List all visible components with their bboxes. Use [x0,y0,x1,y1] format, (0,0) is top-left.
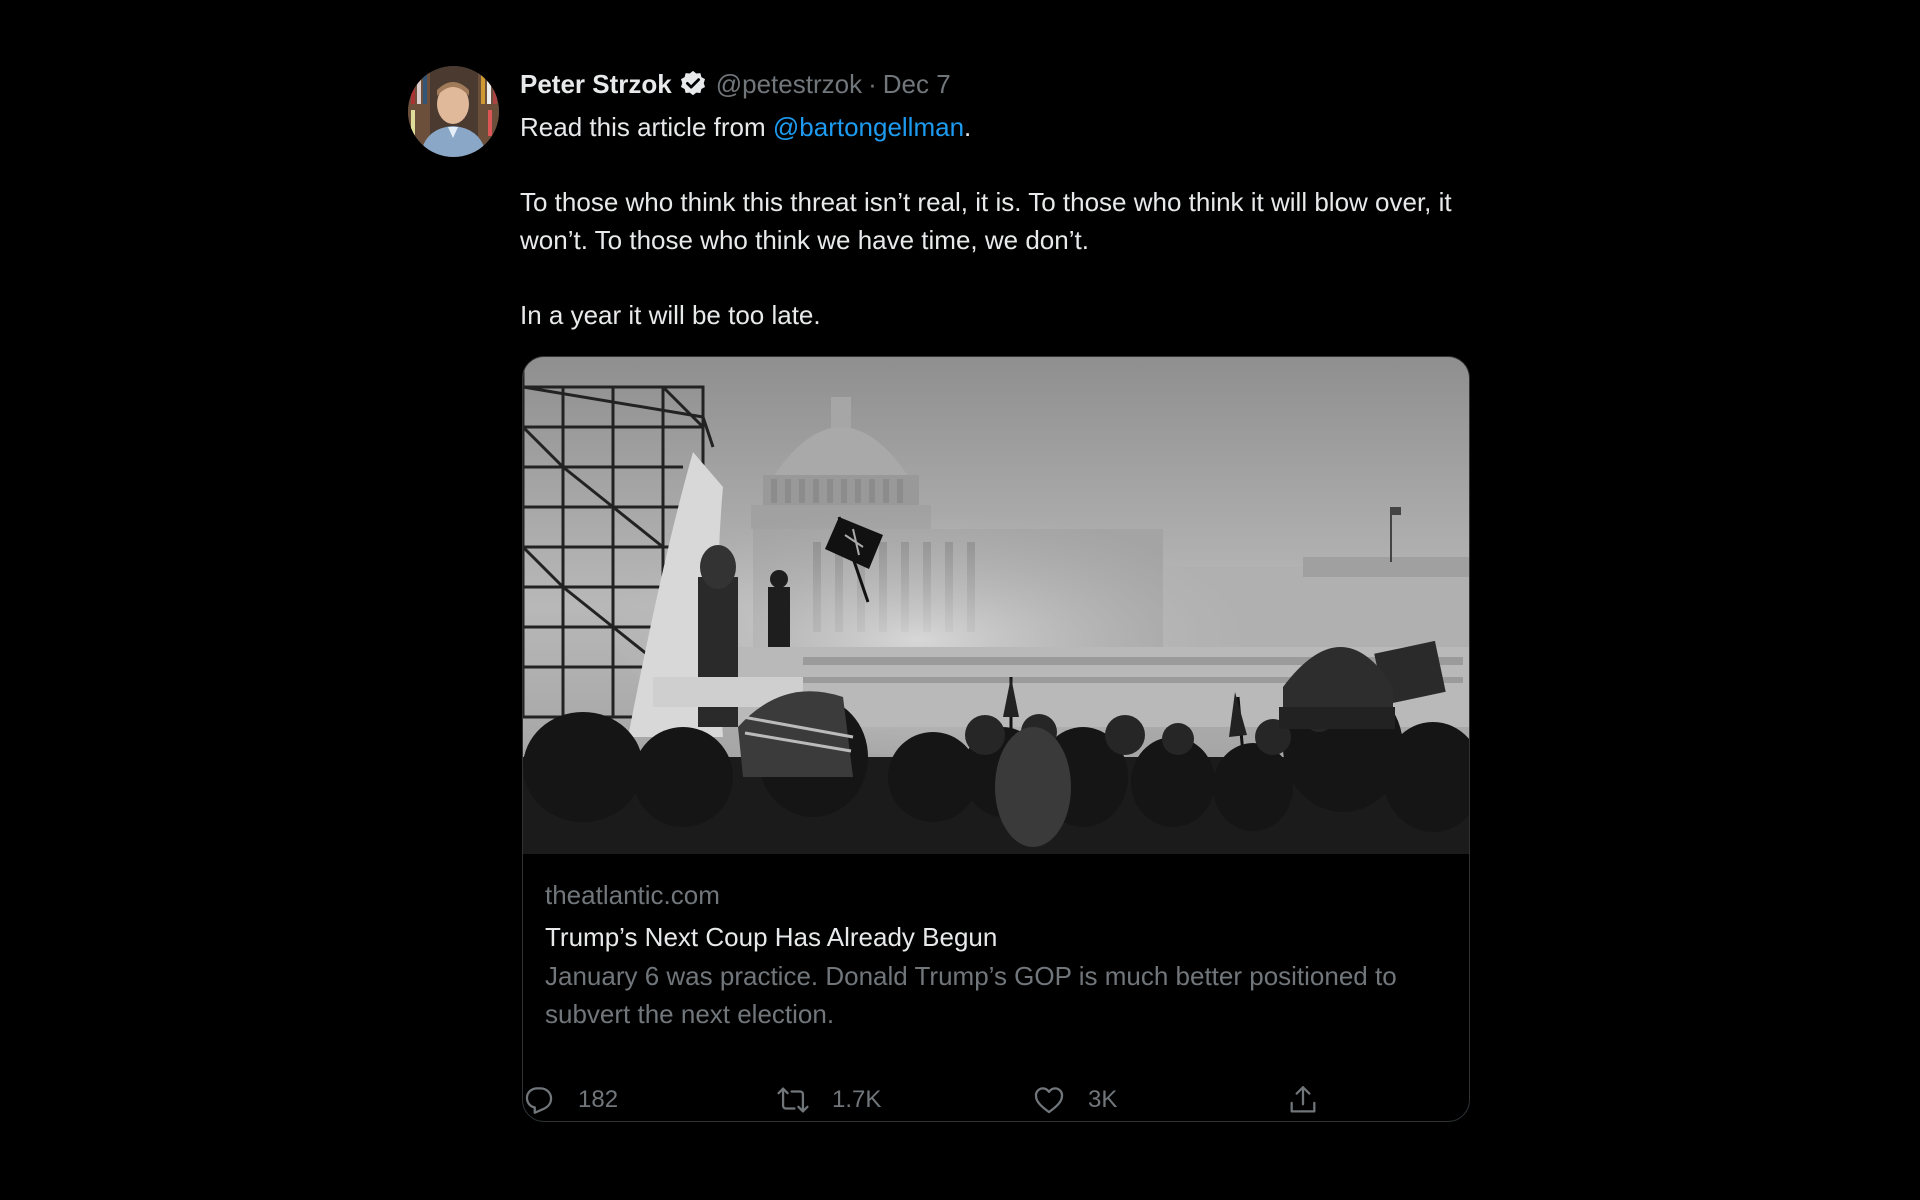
tweet-actions: 182 1.7K 3K [522,1080,1468,1120]
like-button[interactable]: 3K [1032,1083,1117,1117]
heart-icon [1032,1083,1066,1117]
mention-link[interactable]: @bartongellman [773,112,964,142]
tweet-paragraph-3: In a year it will be too late. [520,300,821,330]
tweet[interactable]: Peter Strzok @petestrzok · Dec 7 Read th… [408,64,1472,1144]
card-title[interactable]: Trump’s Next Coup Has Already Begun [545,917,1455,957]
retweet-button[interactable]: 1.7K [776,1083,881,1117]
share-button[interactable] [1286,1083,1320,1117]
reply-count: 182 [578,1086,619,1113]
verified-badge-icon [678,69,708,99]
share-icon [1286,1083,1320,1117]
reply-button[interactable]: 182 [522,1083,618,1117]
separator-dot: · [868,68,877,99]
tweet-text-suffix: . [964,112,972,142]
author-handle[interactable]: @petestrzok [716,69,862,100]
avatar[interactable] [408,66,499,157]
card-image[interactable] [523,357,1469,854]
retweet-count: 1.7K [832,1086,882,1113]
tweet-paragraph-1: Read this article from @bartongellman. [520,108,1472,146]
retweet-icon [776,1083,810,1117]
tweet-text: Read this article from @bartongellman. T… [520,108,1472,334]
link-card[interactable]: theatlantic.com Trump’s Next Coup Has Al… [522,356,1470,1122]
author-name[interactable]: Peter Strzok [520,69,672,100]
tweet-text-prefix: Read this article from [520,112,773,142]
reply-icon [522,1083,556,1117]
card-domain[interactable]: theatlantic.com [545,875,1455,915]
card-description: January 6 was practice. Donald Trump’s G… [545,961,1397,1029]
tweet-paragraph-2: To those who think this threat isn’t rea… [520,187,1452,255]
tweet-date[interactable]: Dec 7 [883,69,951,100]
like-count: 3K [1088,1086,1118,1113]
